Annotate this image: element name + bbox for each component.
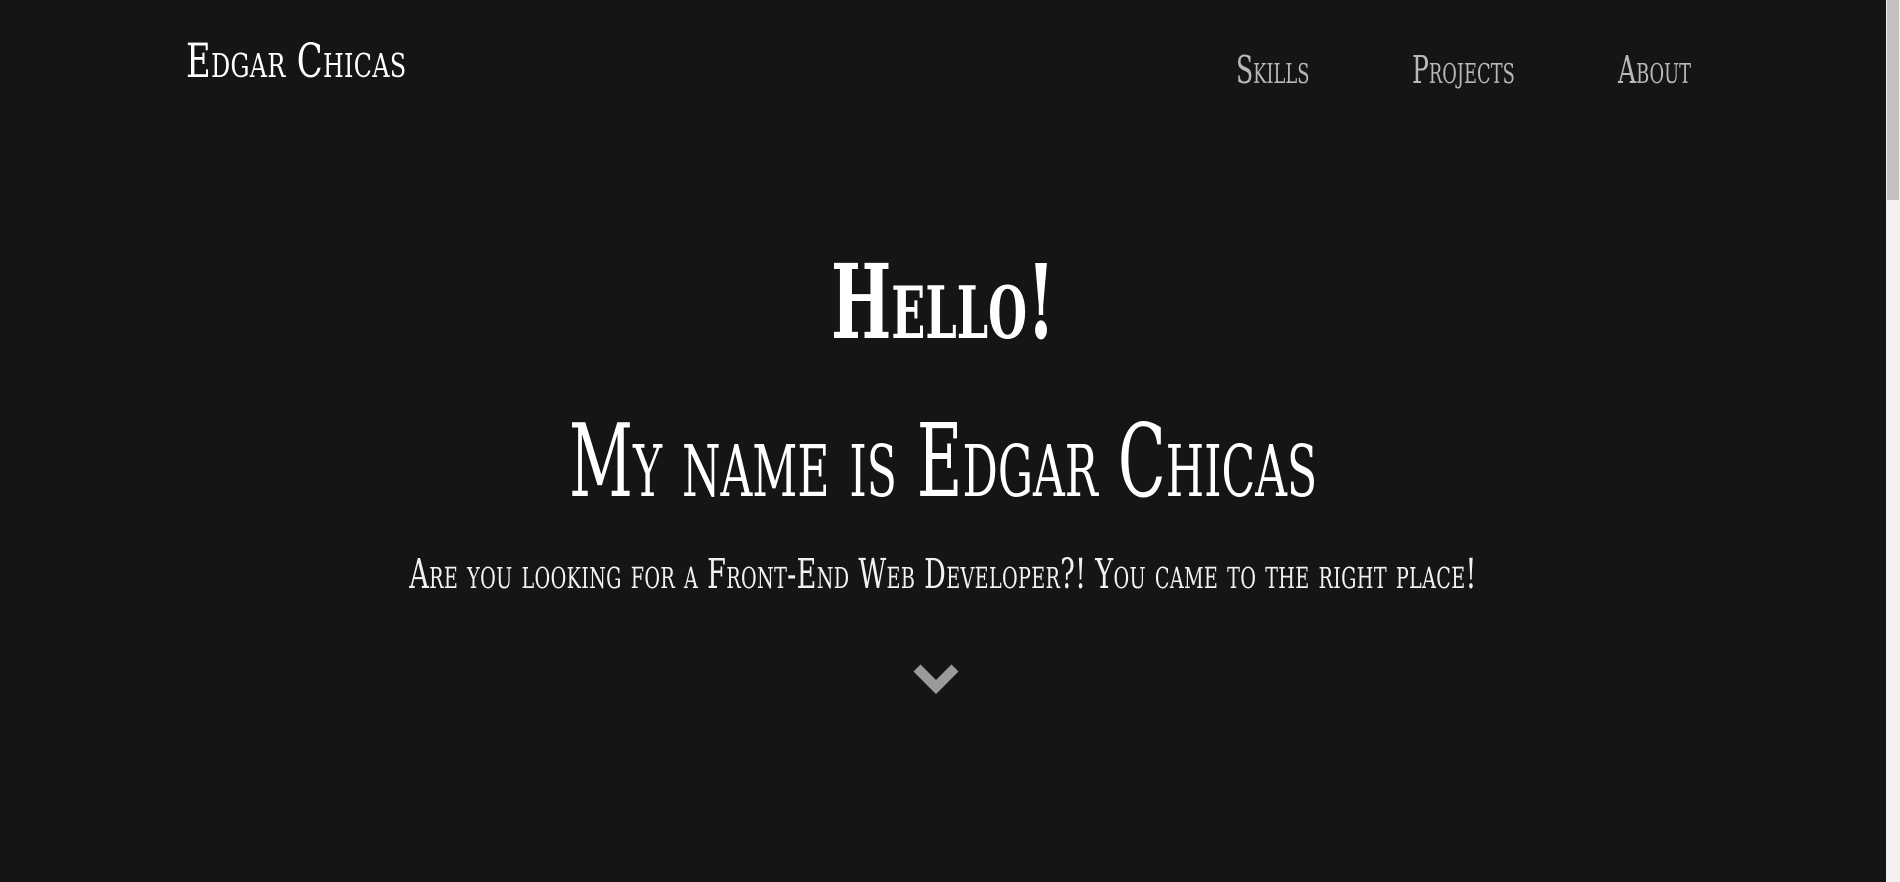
hero-tagline: Are you looking for a Front-End Web Deve… bbox=[409, 550, 1477, 598]
hero-greeting: Hello! bbox=[830, 242, 1056, 363]
nav-link-skills[interactable]: Skills bbox=[1236, 48, 1309, 92]
scrollbar[interactable] bbox=[1886, 0, 1900, 882]
hero-name-line: My name is Edgar Chicas bbox=[568, 402, 1318, 520]
chevron-down-icon bbox=[913, 664, 959, 695]
scrollbar-thumb[interactable] bbox=[1887, 0, 1899, 200]
page: Edgar Chicas Skills Projects About Hello… bbox=[0, 0, 1886, 882]
nav-link-about[interactable]: About bbox=[1618, 48, 1691, 92]
nav-link-projects[interactable]: Projects bbox=[1412, 48, 1515, 92]
scroll-down-button[interactable] bbox=[911, 659, 961, 699]
main-nav: Skills Projects About bbox=[0, 48, 1900, 98]
